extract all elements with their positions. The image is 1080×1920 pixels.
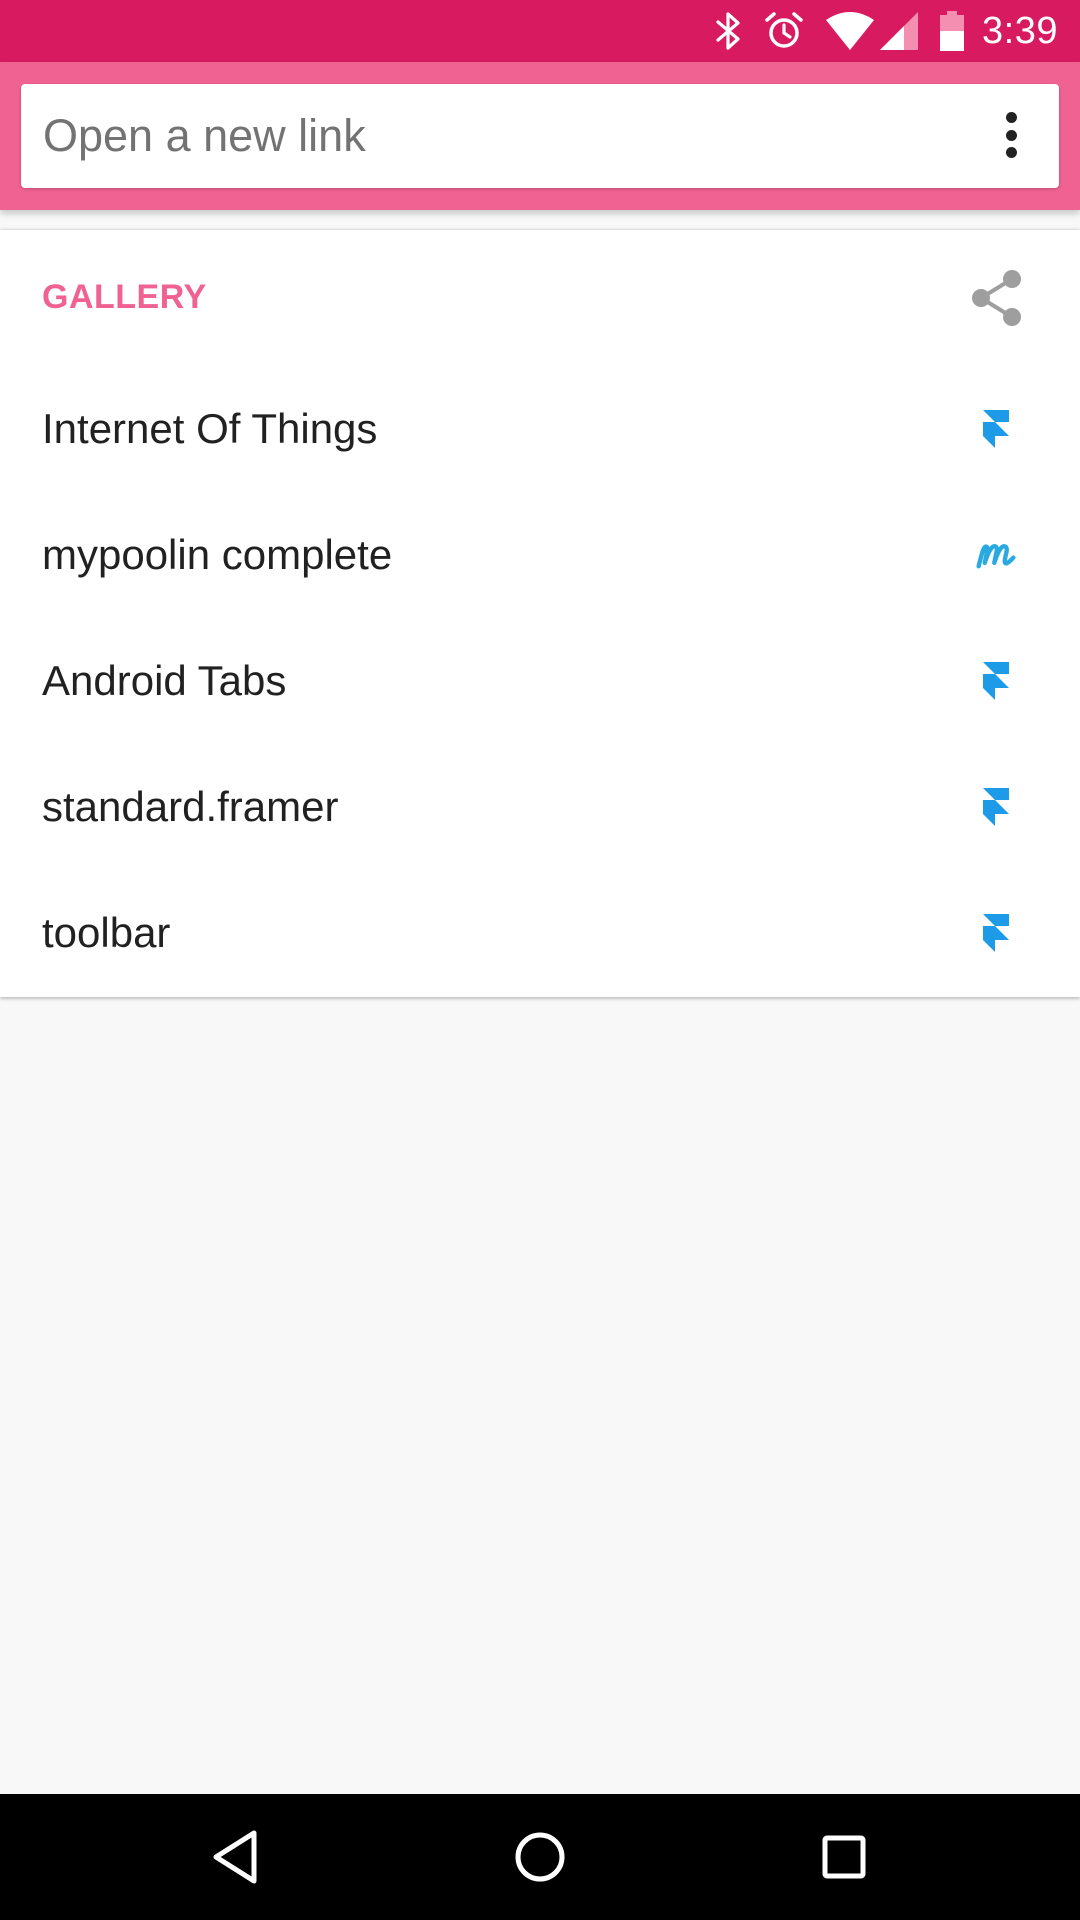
list-item-label: Android Tabs — [42, 657, 287, 704]
recents-icon[interactable] — [811, 1824, 877, 1890]
marvel-icon — [976, 533, 1016, 577]
gallery-title: GALLERY — [42, 278, 207, 316]
search-input[interactable] — [43, 110, 943, 162]
app-bar — [0, 62, 1080, 210]
framer-icon — [976, 911, 1016, 955]
navigation-bar — [0, 1794, 1080, 1920]
list-item[interactable]: Internet Of Things — [0, 366, 1080, 492]
list-item[interactable]: standard.framer — [0, 744, 1080, 870]
back-icon[interactable] — [202, 1824, 268, 1890]
status-bar: 3:39 — [0, 0, 1080, 62]
framer-icon — [976, 785, 1016, 829]
overflow-menu-icon[interactable] — [1003, 112, 1019, 158]
battery-icon — [940, 11, 965, 51]
status-time: 3:39 — [982, 9, 1058, 52]
list-item-label: standard.framer — [42, 783, 339, 830]
list-item-label: mypoolin complete — [42, 531, 393, 578]
wifi-icon — [826, 12, 875, 50]
gallery-card: GALLERY Internet Of Things mypoolin comp… — [0, 230, 1080, 997]
share-icon[interactable] — [968, 268, 1024, 328]
search-box[interactable] — [21, 84, 1059, 188]
list-item-label: Internet Of Things — [42, 405, 378, 452]
list-item-label: toolbar — [42, 909, 171, 956]
gallery-header: GALLERY — [0, 230, 1080, 366]
alarm-icon — [764, 11, 804, 51]
gallery-list: Internet Of Things mypoolin complete And… — [0, 366, 1080, 996]
home-icon[interactable] — [507, 1824, 573, 1890]
framer-icon — [976, 407, 1016, 451]
list-item[interactable]: Android Tabs — [0, 618, 1080, 744]
bluetooth-icon — [716, 11, 742, 51]
list-item[interactable]: mypoolin complete — [0, 492, 1080, 618]
framer-icon — [976, 659, 1016, 703]
list-item[interactable]: toolbar — [0, 870, 1080, 996]
signal-icon — [880, 12, 919, 50]
